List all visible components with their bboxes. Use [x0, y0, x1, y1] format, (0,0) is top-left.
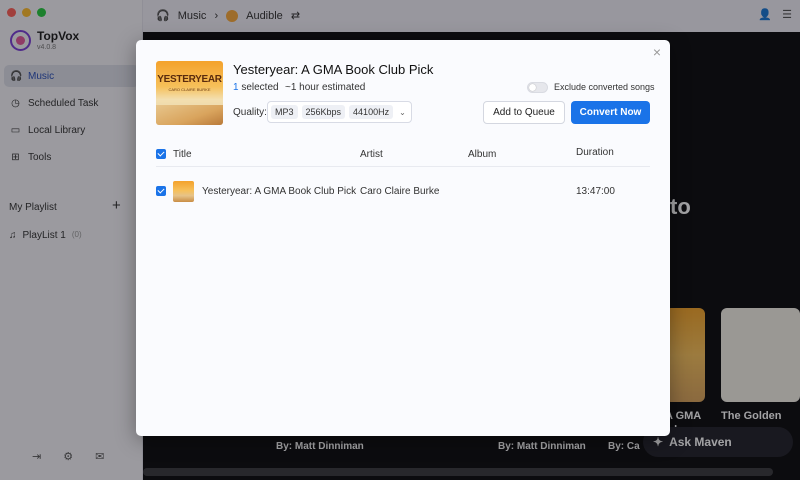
- convert-now-button[interactable]: Convert Now: [571, 101, 650, 124]
- quality-format: MP3: [271, 105, 298, 119]
- exclude-converted-label: Exclude converted songs: [554, 82, 655, 92]
- art-dune: [156, 105, 223, 125]
- chevron-down-icon: ⌄: [399, 107, 406, 117]
- row-thumbnail: [173, 181, 194, 202]
- row-title: Yesteryear: A GMA Book Club Pick: [202, 186, 357, 197]
- quality-bitrate: 256Kbps: [301, 105, 346, 119]
- row-checkbox[interactable]: [156, 186, 166, 196]
- quality-label: Quality:: [233, 107, 267, 118]
- column-title[interactable]: Title: [173, 149, 192, 160]
- dialog-title: Yesteryear: A GMA Book Club Pick: [233, 62, 434, 77]
- row-duration: 13:47:00: [576, 186, 615, 197]
- selected-text: selected: [238, 82, 279, 93]
- close-dialog-button[interactable]: ×: [653, 44, 661, 60]
- time-estimate: ~1 hour estimated: [285, 82, 366, 93]
- column-duration[interactable]: Duration: [576, 147, 614, 158]
- album-art: YESTERYEAR CARO CLAIRE BURKE: [156, 61, 223, 125]
- row-artist: Caro Claire Burke: [360, 186, 440, 197]
- quality-select[interactable]: MP3 256Kbps 44100Hz ⌄: [267, 101, 412, 123]
- art-title: YESTERYEAR: [157, 74, 222, 85]
- convert-dialog: × YESTERYEAR CARO CLAIRE BURKE Yesteryea…: [136, 40, 670, 436]
- quality-sample-rate: 44100Hz: [349, 105, 394, 119]
- column-artist[interactable]: Artist: [360, 149, 383, 160]
- header-divider: [156, 166, 650, 167]
- add-to-queue-button[interactable]: Add to Queue: [483, 101, 565, 124]
- select-all-checkbox[interactable]: [156, 149, 166, 159]
- column-album[interactable]: Album: [468, 149, 496, 160]
- exclude-converted-toggle[interactable]: [527, 82, 548, 93]
- art-author: CARO CLAIRE BURKE: [168, 87, 211, 92]
- selected-count: 1 selected: [233, 82, 279, 93]
